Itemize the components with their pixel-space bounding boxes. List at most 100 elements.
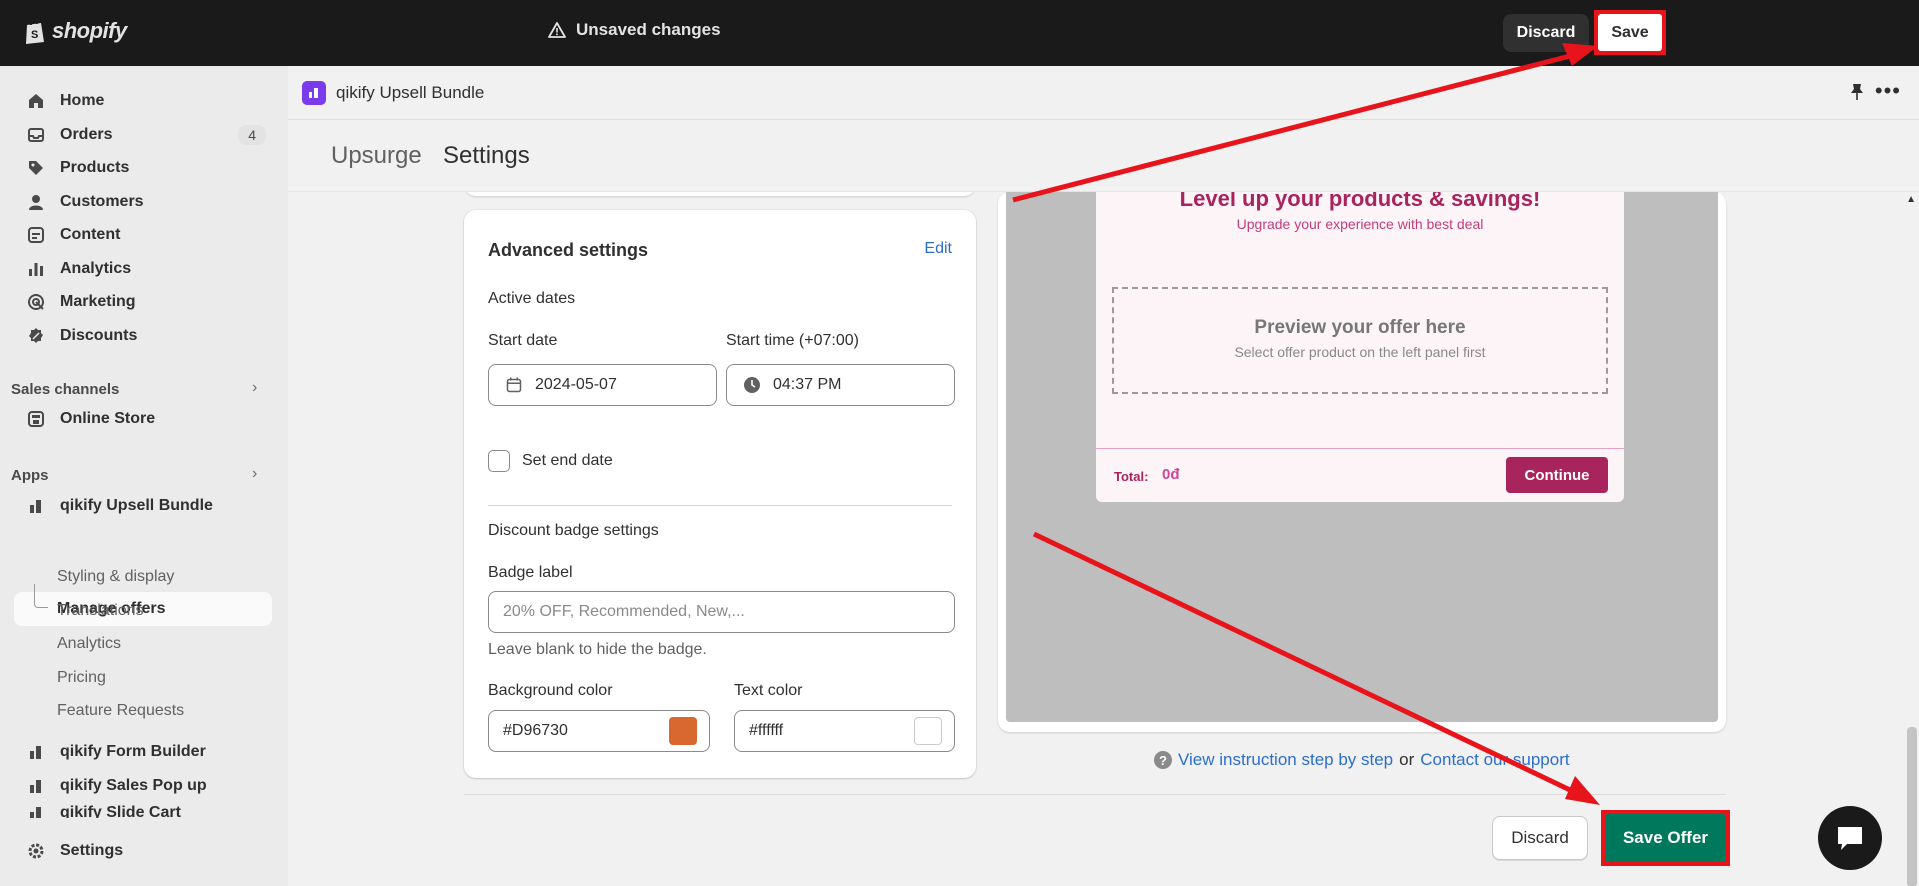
discount-icon: [26, 326, 46, 346]
start-time-field[interactable]: 04:37 PM: [726, 364, 955, 406]
upsell-popup-preview: Level up your products & savings! Upgrad…: [1096, 192, 1624, 502]
text-color-input[interactable]: #ffffff: [734, 710, 955, 752]
chat-button[interactable]: [1818, 806, 1882, 870]
sidebar-subitem-analytics[interactable]: Analytics: [57, 635, 121, 653]
sidebar-item-qikify-form-builder[interactable]: qikify Form Builder: [14, 736, 272, 768]
chevron-right-icon[interactable]: ›: [252, 379, 257, 397]
sidebar-item-products[interactable]: Products: [14, 152, 272, 184]
unsaved-changes-text: Unsaved changes: [576, 20, 721, 39]
sidebar-item-label: Customers: [60, 193, 144, 210]
edit-link[interactable]: Edit: [924, 240, 952, 258]
sidebar-item-label: Content: [60, 226, 121, 243]
sidebar-item-orders[interactable]: Orders 4: [14, 119, 272, 151]
start-time-label: Start time (+07:00): [726, 332, 859, 349]
offer-placeholder-subtitle: Select offer product on the left panel f…: [1234, 344, 1486, 360]
sidebar-subitem-pricing[interactable]: Pricing: [57, 669, 106, 687]
chevron-right-icon[interactable]: ›: [252, 465, 257, 483]
scrollbar-thumb[interactable]: [1907, 727, 1917, 886]
background-color-input[interactable]: #D96730: [488, 710, 710, 752]
total-value: 0đ: [1162, 466, 1180, 483]
sidebar-item-label: Products: [60, 159, 130, 176]
bar-chart-icon: [26, 259, 46, 279]
top-save-label: Save: [1598, 14, 1662, 51]
view-instruction-link[interactable]: View instruction step by step: [1178, 750, 1393, 770]
inbox-icon: [26, 125, 46, 145]
start-date-field[interactable]: 2024-05-07: [488, 364, 717, 406]
sidebar-item-qikify-sales-pop-up[interactable]: qikify Sales Pop up: [14, 770, 272, 802]
sidebar-item-qikify-slide-cart[interactable]: qikify Slide Cart: [14, 800, 272, 818]
sidebar-item-online-store[interactable]: Online Store: [14, 403, 272, 435]
sidebar-item-label: qikify Upsell Bundle: [60, 497, 213, 514]
sidebar-item-label: Online Store: [60, 410, 156, 427]
popup-subtitle: Upgrade your experience with best deal: [1236, 216, 1484, 232]
scrollbar[interactable]: ▲: [1905, 192, 1919, 886]
sidebar-item-label: qikify Form Builder: [60, 743, 206, 760]
scroll-up-arrow-icon[interactable]: ▲: [1906, 194, 1916, 205]
qikify-app-icon: [302, 81, 326, 105]
breadcrumb[interactable]: Upsurge: [331, 142, 422, 170]
sidebar-subitem-feature-requests[interactable]: Feature Requests: [57, 702, 184, 720]
sidebar-item-label: Home: [60, 92, 105, 109]
text-color-swatch[interactable]: [914, 717, 942, 745]
discount-badge-settings-heading: Discount badge settings: [488, 522, 659, 539]
start-time-value: 04:37 PM: [773, 376, 842, 393]
popup-footer: Total: 0đ Continue: [1096, 448, 1624, 502]
previous-card-edge: [464, 192, 976, 196]
chat-icon: [1838, 827, 1862, 850]
set-end-date-label[interactable]: Set end date: [522, 452, 613, 470]
background-color-swatch[interactable]: [669, 717, 697, 745]
sidebar-item-analytics[interactable]: Analytics: [14, 253, 272, 285]
gear-icon: [26, 841, 46, 861]
continue-button[interactable]: Continue: [1506, 457, 1608, 493]
sidebar-item-content[interactable]: Content: [14, 219, 272, 251]
text-color-label: Text color: [734, 682, 803, 699]
person-icon: [26, 192, 46, 212]
total-label: Total:: [1114, 469, 1149, 484]
set-end-date-checkbox[interactable]: [488, 450, 510, 472]
sales-channels-heading[interactable]: Sales channels: [11, 381, 119, 398]
sidebar-item-marketing[interactable]: Marketing: [14, 286, 272, 318]
apps-heading[interactable]: Apps: [11, 467, 49, 484]
app-title: qikify Upsell Bundle: [336, 83, 485, 102]
preview-backdrop: Level up your products & savings! Upgrad…: [1006, 192, 1718, 722]
sidebar-item-label: Settings: [60, 842, 124, 859]
unsaved-changes-indicator: Unsaved changes: [548, 20, 721, 40]
tag-icon: [26, 158, 46, 178]
sidebar-item-label: Analytics: [60, 260, 132, 277]
badge-label-input[interactable]: 20% OFF, Recommended, New,...: [488, 591, 955, 633]
help-icon: ?: [1154, 751, 1172, 769]
sidebar-item-label: Orders: [60, 126, 113, 143]
or-text: or: [1399, 750, 1415, 769]
top-discard-button[interactable]: Discard: [1503, 14, 1589, 52]
sidebar-item-settings[interactable]: Settings: [14, 835, 272, 867]
page-header: Upsurge Settings: [288, 120, 1919, 192]
footer-divider: [464, 794, 1726, 795]
sidebar-clipped-row: qikify Slide Cart: [0, 800, 288, 818]
save-offer-button[interactable]: Save Offer: [1605, 814, 1726, 862]
calendar-icon: [505, 376, 523, 394]
discard-button[interactable]: Discard: [1492, 816, 1588, 860]
pin-icon[interactable]: [1849, 83, 1865, 106]
active-dates-label: Active dates: [488, 290, 576, 307]
sidebar-item-home[interactable]: Home: [14, 85, 272, 117]
app-icon: [26, 742, 46, 762]
app-icon: [26, 776, 46, 796]
app-header: qikify Upsell Bundle •••: [288, 66, 1919, 120]
top-save-button[interactable]: Save: [1594, 10, 1666, 55]
shopify-logo[interactable]: S shopify: [24, 18, 127, 44]
sidebar-subitem-translations[interactable]: Translations: [57, 602, 144, 620]
sidebar-item-label: Discounts: [60, 327, 138, 344]
more-options-icon[interactable]: •••: [1875, 78, 1901, 104]
start-date-value: 2024-05-07: [535, 376, 617, 393]
tree-connector: [34, 584, 48, 608]
sidebar-item-qikify-upsell-bundle[interactable]: qikify Upsell Bundle: [14, 490, 272, 522]
contact-support-link[interactable]: Contact our support: [1420, 750, 1569, 770]
clock-icon: [743, 376, 761, 394]
advanced-settings-card: Advanced settings Edit Active dates Star…: [464, 210, 976, 778]
orders-count-badge: 4: [238, 125, 266, 145]
advanced-settings-title: Advanced settings: [488, 240, 649, 260]
sidebar-subitem-styling[interactable]: Styling & display: [57, 568, 174, 586]
sidebar-item-customers[interactable]: Customers: [14, 186, 272, 218]
sidebar-item-label: Marketing: [60, 293, 136, 310]
sidebar-item-discounts[interactable]: Discounts: [14, 320, 272, 352]
